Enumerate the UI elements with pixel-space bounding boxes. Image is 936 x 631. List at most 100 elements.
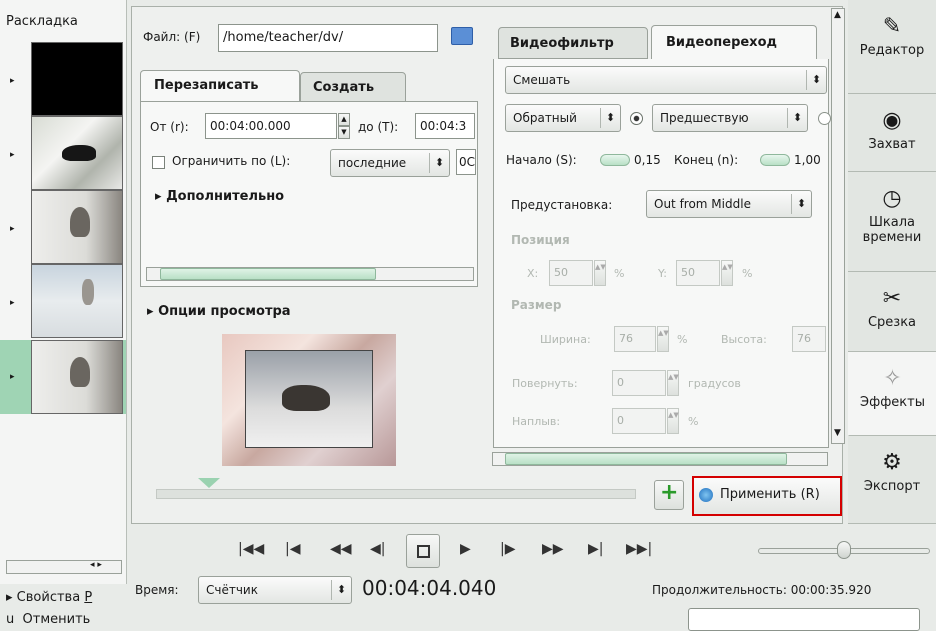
- undo-item[interactable]: u Отменить: [6, 612, 90, 627]
- width-input[interactable]: 76: [614, 326, 656, 352]
- preset-label: Предустановка:: [511, 198, 613, 212]
- height-input[interactable]: 76: [792, 326, 826, 352]
- file-label: Файл: (F): [143, 30, 201, 44]
- apply-label: Применить (R): [720, 487, 820, 502]
- sidebar-item-effects[interactable]: ✧ Эффекты: [848, 352, 936, 436]
- direction-combo[interactable]: Обратный ⬍: [505, 104, 621, 132]
- tab-overwrite-label: Перезаписать: [154, 78, 259, 93]
- expand-arrow-4[interactable]: ▸: [10, 298, 15, 308]
- y-spin[interactable]: ▲▼: [721, 260, 733, 286]
- timeline-track[interactable]: [156, 489, 636, 499]
- sidebar-item-capture[interactable]: ◉ Захват: [848, 94, 936, 172]
- radio-selected[interactable]: [630, 112, 643, 125]
- timeline-marker[interactable]: [198, 478, 220, 488]
- from-time-input[interactable]: 00:04:00.000: [205, 113, 337, 139]
- speed-slider-handle[interactable]: [837, 541, 851, 559]
- end-slider[interactable]: [760, 154, 790, 166]
- storyboard-header: Раскладка: [6, 14, 78, 29]
- vscroll-up-arrow[interactable]: ▲: [834, 10, 841, 20]
- folder-open-icon[interactable]: [451, 27, 473, 45]
- fade-spin[interactable]: ▲▼: [667, 408, 679, 434]
- preview-options-expander[interactable]: ▸ Опции просмотра: [147, 304, 291, 319]
- size-heading: Размер: [511, 298, 562, 312]
- transition-vscroll[interactable]: [831, 8, 845, 444]
- clip-thumbnail-5[interactable]: [31, 340, 123, 414]
- chevron-updown-icon: ⬍: [600, 108, 620, 128]
- step-forward-button[interactable]: |▶: [500, 541, 515, 557]
- clip-thumbnail-3[interactable]: [31, 190, 123, 264]
- width-pct: %: [677, 333, 688, 346]
- x-input[interactable]: 50: [549, 260, 593, 286]
- storyboard-hscroll[interactable]: [6, 560, 122, 574]
- play-button[interactable]: ▶: [460, 541, 471, 557]
- time-label: Время:: [135, 583, 179, 597]
- advanced-expander[interactable]: ▸ Дополнительно: [155, 189, 284, 204]
- width-spin[interactable]: ▲▼: [657, 326, 669, 352]
- stop-icon: [417, 545, 430, 558]
- time-format-combo[interactable]: Счётчик ⬍: [198, 576, 352, 604]
- scroll-arrows[interactable]: ◂ ▸: [90, 560, 102, 570]
- fade-pct: %: [688, 415, 699, 428]
- expand-arrow-1[interactable]: ▸: [10, 76, 15, 86]
- plus-icon: +: [660, 480, 679, 505]
- status-field: [688, 608, 920, 631]
- tab-videofilter-label: Видеофильтр: [510, 36, 614, 51]
- from-spin-up[interactable]: ▲: [338, 113, 350, 126]
- fade-label: Наплыв:: [512, 415, 561, 428]
- blend-combo[interactable]: Смешать ⬍: [505, 66, 827, 94]
- clip-thumbnail-4[interactable]: [31, 264, 123, 338]
- to-label: до (T):: [358, 120, 399, 134]
- chevron-updown-icon: ⬍: [791, 194, 811, 214]
- from-label: От (r):: [150, 120, 189, 134]
- x-spin[interactable]: ▲▼: [594, 260, 606, 286]
- expand-arrow-5[interactable]: ▸: [10, 372, 15, 382]
- x-pct: %: [614, 267, 625, 280]
- radio-unselected[interactable]: [818, 112, 831, 125]
- sidebar-item-export[interactable]: ⚙ Экспорт: [848, 436, 936, 524]
- rotate-spin[interactable]: ▲▼: [667, 370, 679, 396]
- timecode-display: 00:04:04.040: [362, 576, 497, 600]
- rotate-input[interactable]: 0: [612, 370, 666, 396]
- sidebar-item-timeline[interactable]: ◷ Шкала времени: [848, 172, 936, 272]
- tab-create-label: Создать: [313, 80, 375, 95]
- editor-icon: ✎: [882, 14, 902, 39]
- limit-value-input[interactable]: 0C: [456, 149, 476, 175]
- expand-arrow-2[interactable]: ▸: [10, 150, 15, 160]
- tab-videotransition-label: Видеопереход: [666, 35, 778, 50]
- rewind-button[interactable]: ◀◀: [330, 541, 352, 557]
- from-spin-down[interactable]: ▼: [338, 126, 350, 139]
- start-label: Начало (S):: [506, 153, 577, 167]
- clip-thumbnail-1[interactable]: [31, 42, 123, 116]
- properties-expander[interactable]: ▸ Свойства P: [6, 590, 92, 605]
- fast-forward-button[interactable]: ▶▶: [542, 541, 564, 557]
- transition-hscroll-thumb[interactable]: [505, 453, 787, 465]
- clip-thumbnail-2[interactable]: [31, 116, 123, 190]
- chevron-updown-icon: ⬍: [429, 153, 449, 173]
- sidebar-item-trim[interactable]: ✂ Срезка: [848, 272, 936, 352]
- sidebar-item-editor[interactable]: ✎ Редактор: [848, 0, 936, 94]
- expand-arrow-3[interactable]: ▸: [10, 224, 15, 234]
- chevron-updown-icon: ⬍: [331, 580, 351, 600]
- goto-end-button[interactable]: ▶▶|: [626, 541, 652, 557]
- limit-checkbox[interactable]: [152, 156, 165, 169]
- y-input[interactable]: 50: [676, 260, 720, 286]
- to-time-input[interactable]: 00:04:3: [415, 113, 475, 139]
- goto-start-button[interactable]: |◀◀: [238, 541, 264, 557]
- scissors-icon: ✂: [882, 286, 902, 311]
- end-label: Конец (n):: [674, 153, 739, 167]
- chevron-updown-icon: ⬍: [806, 70, 826, 90]
- order-combo[interactable]: Предшествую ⬍: [652, 104, 808, 132]
- prev-frame-button[interactable]: |◀: [285, 541, 300, 557]
- film-reel-icon: ⚙: [882, 450, 902, 475]
- fade-input[interactable]: 0: [612, 408, 666, 434]
- limit-combo[interactable]: последние ⬍: [330, 149, 450, 177]
- preset-combo[interactable]: Out from Middle ⬍: [646, 190, 812, 218]
- start-slider[interactable]: [600, 154, 630, 166]
- vscroll-down-arrow[interactable]: ▼: [834, 428, 841, 438]
- degrees-label: градусов: [688, 377, 741, 390]
- file-path-input[interactable]: /home/teacher/dv/: [218, 24, 438, 52]
- next-frame-button[interactable]: ▶|: [588, 541, 603, 557]
- step-back-button[interactable]: ◀|: [370, 541, 385, 557]
- end-value: 1,00: [794, 153, 821, 167]
- hscroll-thumb[interactable]: [160, 268, 376, 280]
